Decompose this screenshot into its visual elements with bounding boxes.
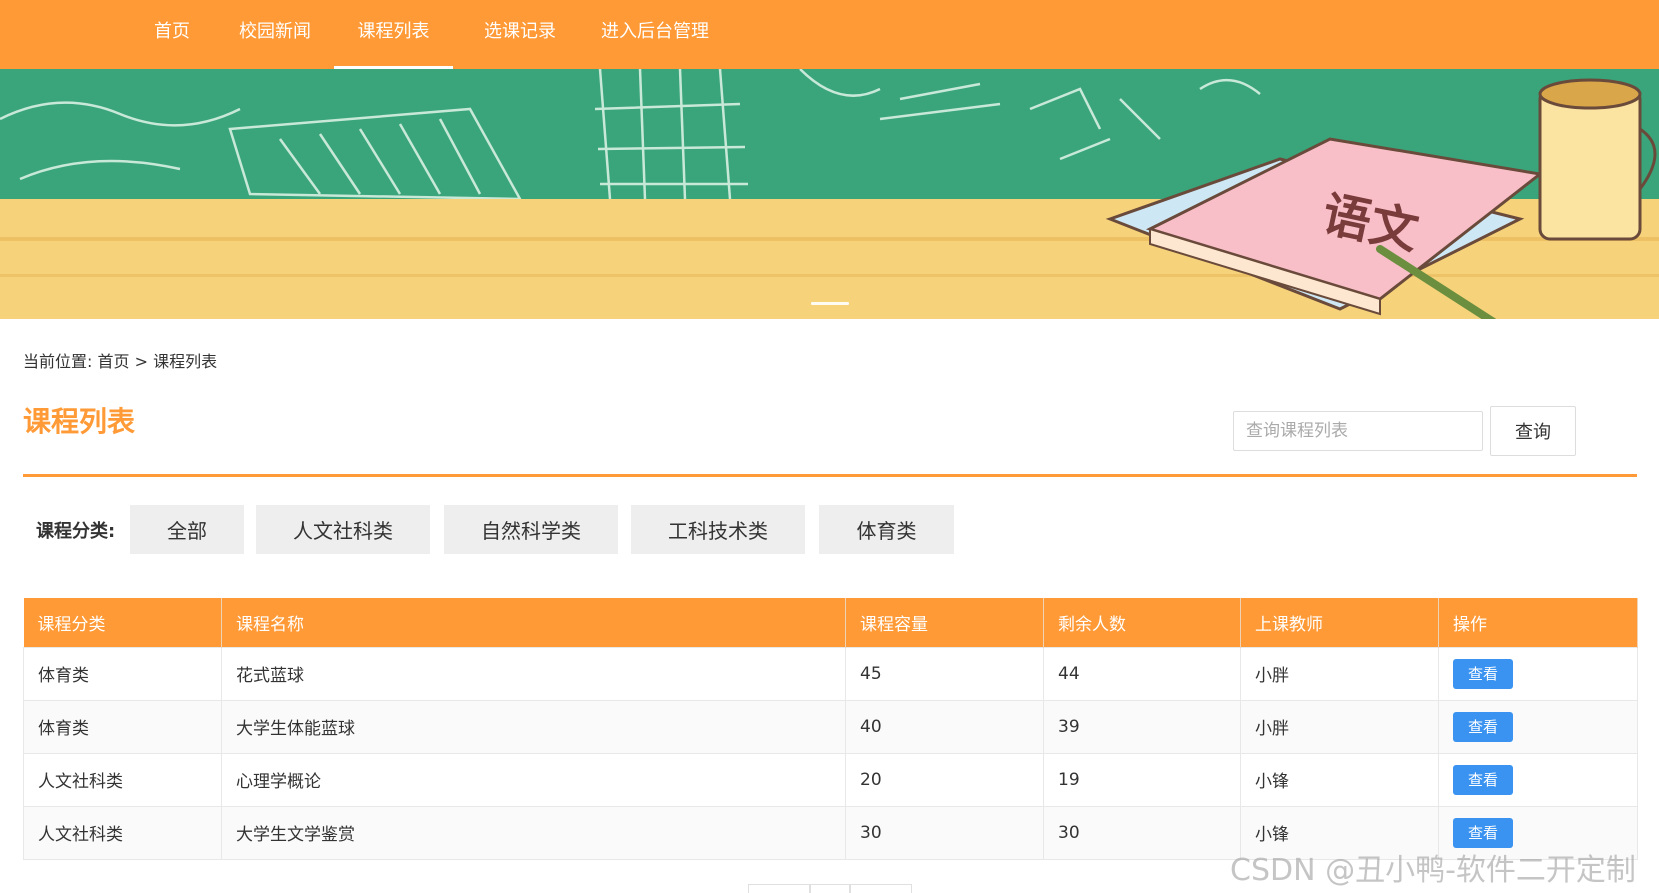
cell-actions: 查看 [1438,752,1638,807]
column-header-teacher: 上课教师 [1240,598,1439,647]
category-filter-label: 课程分类: [36,521,116,542]
column-header-remaining: 剩余人数 [1043,598,1241,647]
table-row: 人文社科类 心理学概论 20 19 小锋 查看 [23,752,1638,807]
search-button[interactable]: 查询 [1490,406,1576,456]
pagination-page[interactable] [810,884,850,893]
cell-remaining: 30 [1043,805,1241,860]
nav-item-home[interactable]: 首页 [140,0,204,69]
cell-remaining: 39 [1043,699,1241,754]
breadcrumb-home-link[interactable]: 首页 [98,352,130,371]
cell-remaining: 44 [1043,646,1241,701]
column-header-course-name: 课程名称 [221,598,846,647]
view-button[interactable]: 查看 [1453,711,1513,742]
table-header-row: 课程分类 课程名称 课程容量 剩余人数 上课教师 操作 [23,598,1638,647]
cell-category: 体育类 [23,699,222,754]
watermark: CSDN @丑小鸭-软件二开定制 [1230,853,1636,888]
breadcrumb-current: 课程列表 [153,352,218,371]
category-filter-engineering[interactable]: 工科技术类 [631,505,805,554]
top-navigation: 首页 校园新闻 课程列表 选课记录 进入后台管理 [0,0,1659,69]
nav-item-admin-panel[interactable]: 进入后台管理 [588,0,722,69]
column-header-capacity: 课程容量 [845,598,1044,647]
view-button[interactable]: 查看 [1453,658,1513,689]
view-button[interactable]: 查看 [1453,817,1513,848]
category-filter-humanities[interactable]: 人文社科类 [256,505,430,554]
cell-category: 人文社科类 [23,752,222,807]
course-table: 课程分类 课程名称 课程容量 剩余人数 上课教师 操作 体育类 花式蓝球 45 … [23,598,1638,860]
cell-capacity: 40 [845,699,1044,754]
cell-capacity: 45 [845,646,1044,701]
cell-teacher: 小胖 [1240,646,1439,701]
table-row: 体育类 花式蓝球 45 44 小胖 查看 [23,646,1638,701]
cell-course-name: 大学生体能蓝球 [221,699,846,754]
cell-actions: 查看 [1438,699,1638,754]
breadcrumb-prefix: 当前位置: [23,352,93,371]
page-title: 课程列表 [23,405,136,438]
table-row: 体育类 大学生体能蓝球 40 39 小胖 查看 [23,699,1638,754]
view-button[interactable]: 查看 [1453,764,1513,795]
column-header-category: 课程分类 [23,598,222,647]
category-filter-sports[interactable]: 体育类 [819,505,954,554]
banner-carousel[interactable]: 语文 [0,69,1659,319]
cell-course-name: 心理学概论 [221,752,846,807]
cell-category: 体育类 [23,646,222,701]
title-divider [23,474,1637,477]
cell-actions: 查看 [1438,646,1638,701]
banner-illustration: 语文 [0,69,1659,319]
cell-teacher: 小胖 [1240,699,1439,754]
breadcrumb-separator: > [134,352,149,371]
pagination-prev[interactable] [748,884,810,893]
nav-item-enrollment-records[interactable]: 选课记录 [470,0,570,69]
column-header-actions: 操作 [1438,598,1638,647]
breadcrumb: 当前位置: 首页 > 课程列表 [23,348,217,372]
cell-course-name: 大学生文学鉴赏 [221,805,846,860]
cell-remaining: 19 [1043,752,1241,807]
nav-item-course-list[interactable]: 课程列表 [334,0,453,69]
pagination-next[interactable] [850,884,912,893]
cell-course-name: 花式蓝球 [221,646,846,701]
cell-capacity: 20 [845,752,1044,807]
nav-item-campus-news[interactable]: 校园新闻 [225,0,325,69]
category-filter-all[interactable]: 全部 [130,505,244,554]
cell-category: 人文社科类 [23,805,222,860]
category-filter-natural-science[interactable]: 自然科学类 [444,505,618,554]
cell-teacher: 小锋 [1240,752,1439,807]
search-input[interactable] [1233,411,1483,451]
cell-capacity: 30 [845,805,1044,860]
carousel-indicator[interactable] [811,302,849,305]
